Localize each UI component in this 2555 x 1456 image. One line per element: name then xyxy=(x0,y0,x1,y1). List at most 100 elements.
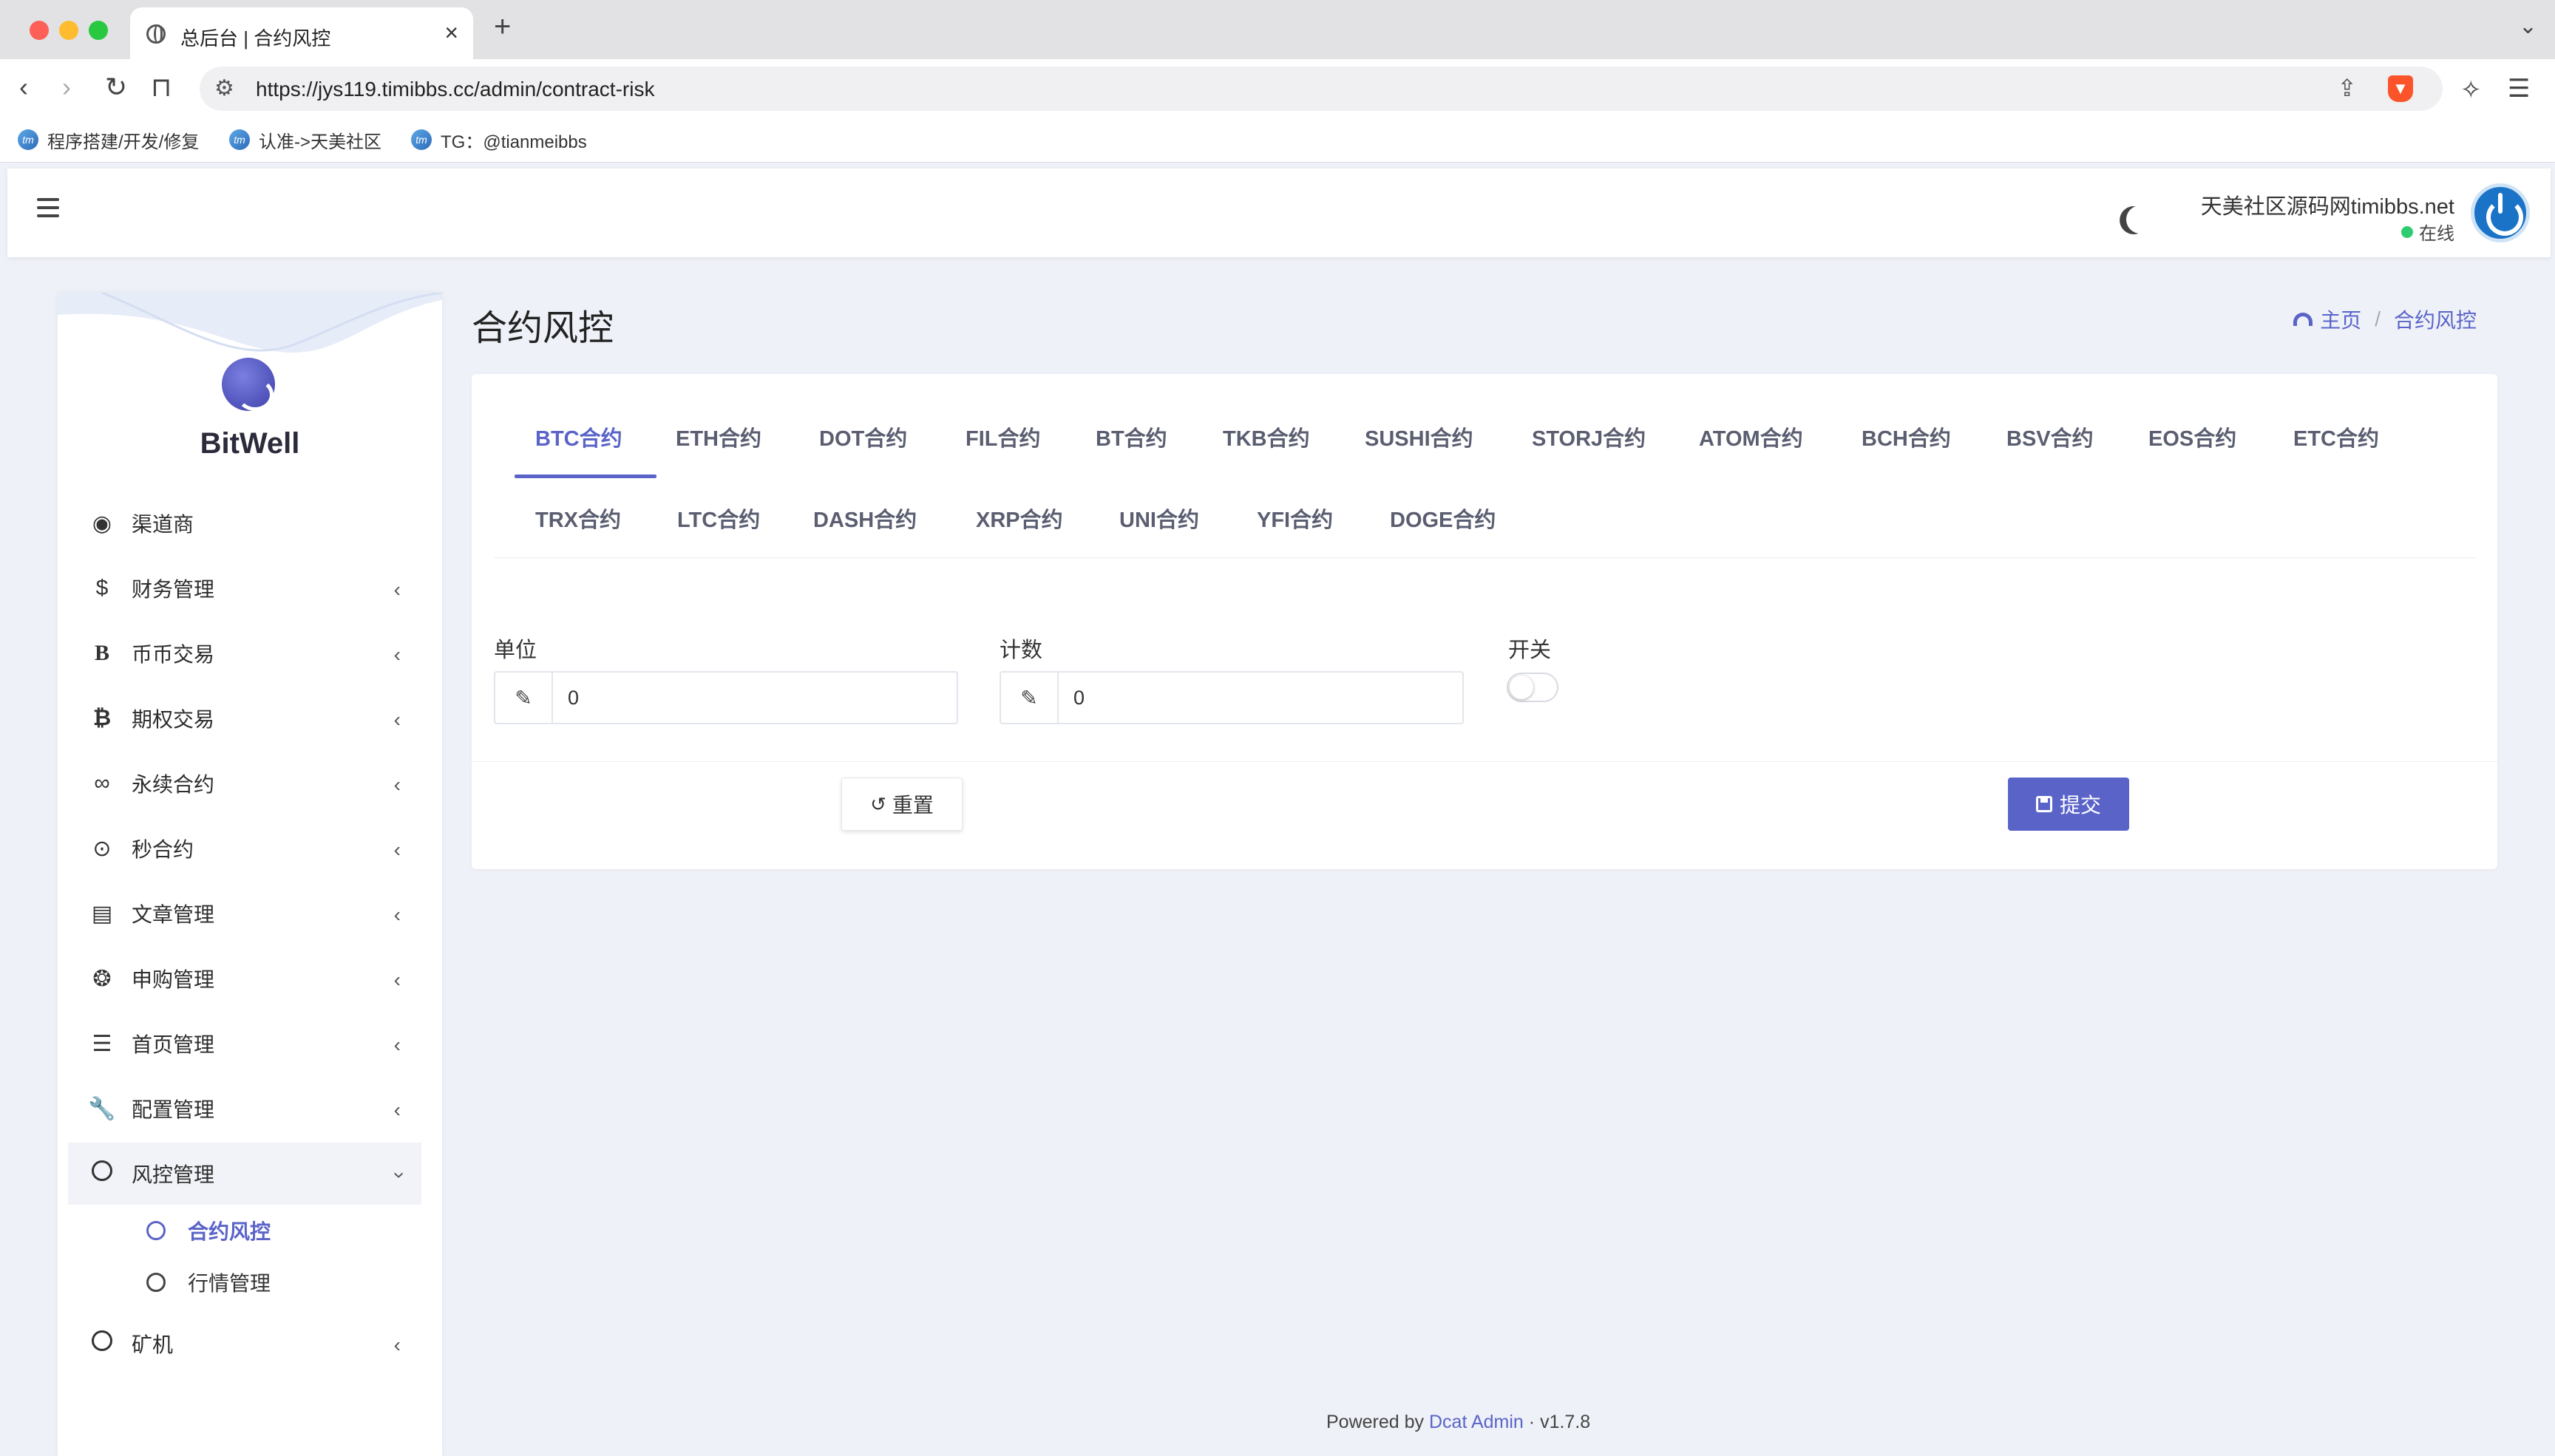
dark-mode-moon-icon[interactable] xyxy=(2123,202,2159,238)
tab-bch[interactable]: BCH合约 xyxy=(1862,421,1951,452)
tab-dot[interactable]: DOT合约 xyxy=(819,421,907,452)
unit-input[interactable] xyxy=(553,673,957,723)
count-input[interactable] xyxy=(1059,673,1462,723)
sidebar-item-subscription[interactable]: ❂ 申购管理 ‹ xyxy=(68,948,421,1010)
app-header: 天美社区源码网timibbs.net 在线 xyxy=(7,169,2551,257)
share-icon[interactable]: ⇪ xyxy=(2337,74,2357,102)
user-name[interactable]: 天美社区源码网timibbs.net xyxy=(2201,189,2454,220)
site-favicon-icon: tm xyxy=(229,129,250,150)
contract-risk-card: BTC合约 ETH合约 DOT合约 FIL合约 BT合约 TKB合约 SUSHI… xyxy=(472,374,2497,869)
browser-tab[interactable]: 总后台 | 合约风控 × xyxy=(130,7,473,59)
circle-icon xyxy=(146,1221,166,1240)
dot-circle-icon: ⊙ xyxy=(92,836,112,861)
maximize-window-button[interactable] xyxy=(89,21,108,40)
chevron-left-icon: ‹ xyxy=(393,578,401,601)
bookmark-item[interactable]: tm 程序搭建/开发/修复 xyxy=(18,127,199,152)
site-favicon-icon: tm xyxy=(411,129,432,150)
count-label: 计数 xyxy=(1000,639,1043,662)
sidebar-subitem-contract-risk[interactable]: 合约风控 xyxy=(68,1205,421,1256)
menu-toggle-icon[interactable] xyxy=(37,198,59,219)
tab-bsv[interactable]: BSV合约 xyxy=(2006,421,2094,452)
form-divider xyxy=(472,761,2497,762)
bookmark-item[interactable]: tm TG：@tianmeibbs xyxy=(411,127,587,152)
submit-label: 提交 xyxy=(2059,794,2101,817)
browser-menu-icon[interactable]: ☰ xyxy=(2508,74,2530,103)
tab-dash[interactable]: DASH合约 xyxy=(813,503,917,534)
breadcrumb-current[interactable]: 合约风控 xyxy=(2394,305,2477,334)
tab-trx[interactable]: TRX合约 xyxy=(535,503,621,534)
close-window-button[interactable] xyxy=(30,21,49,40)
tab-etc[interactable]: ETC合约 xyxy=(2293,421,2379,452)
sidebar-item-label: 申购管理 xyxy=(132,968,215,991)
sidebar-item-risk-control[interactable]: 风控管理 ‹ xyxy=(68,1143,421,1205)
sidebar-item-channel[interactable]: ◉ 渠道商 xyxy=(68,492,421,554)
undo-icon: ↺ xyxy=(870,792,886,815)
tab-doge[interactable]: DOGE合约 xyxy=(1390,503,1496,534)
bookmark-icon[interactable]: ⊓ xyxy=(151,69,172,105)
brave-shield-icon[interactable]: ▼ xyxy=(2388,75,2413,102)
sidebar-item-label: 币币交易 xyxy=(132,643,215,666)
lifebuoy-icon: ❂ xyxy=(92,966,112,991)
sidebar-item-options[interactable]: ₿ 期权交易 ‹ xyxy=(68,687,421,749)
sidebar-item-homepage[interactable]: ☰ 首页管理 ‹ xyxy=(68,1013,421,1075)
sidebar-item-spot-trading[interactable]: B 币币交易 ‹ xyxy=(68,622,421,684)
tab-eos[interactable]: EOS合约 xyxy=(2148,421,2236,452)
address-bar[interactable]: ⚙ https://jys119.timibbs.cc/admin/contra… xyxy=(200,67,2443,111)
toggle-switch[interactable] xyxy=(1507,673,1558,702)
tab-tkb[interactable]: TKB合约 xyxy=(1223,421,1310,452)
tab-sushi[interactable]: SUSHI合约 xyxy=(1365,421,1473,452)
tab-uni[interactable]: UNI合约 xyxy=(1119,503,1199,534)
tab-list-chevron-icon[interactable]: ⌄ xyxy=(2519,13,2537,39)
tab-xrp[interactable]: XRP合约 xyxy=(976,503,1063,534)
sidebar-item-mining[interactable]: 矿机 ‹ xyxy=(68,1313,421,1375)
bookmark-label: TG：@tianmeibbs xyxy=(441,132,587,152)
reset-button[interactable]: ↺ 重置 xyxy=(841,778,963,831)
breadcrumb-home[interactable]: 主页 xyxy=(2320,305,2361,334)
url-text[interactable]: https://jys119.timibbs.cc/admin/contract… xyxy=(256,78,654,101)
sidebar-item-label: 配置管理 xyxy=(132,1098,215,1121)
sidebar-item-second-contract[interactable]: ⊙ 秒合约 ‹ xyxy=(68,817,421,880)
bookmark-item[interactable]: tm 认准->天美社区 xyxy=(229,127,381,152)
browser-toolbar: ‹ › ↻ ⊓ ⚙ https://jys119.timibbs.cc/admi… xyxy=(0,59,2555,117)
sidebar: BitWell ◉ 渠道商 $ 财务管理 ‹ B 币币交易 ‹ ₿ 期权交易 ‹… xyxy=(58,293,442,1456)
back-icon[interactable]: ‹ xyxy=(19,69,28,105)
new-tab-icon[interactable]: + xyxy=(494,10,511,44)
forward-icon[interactable]: › xyxy=(62,69,71,105)
footer-prefix: Powered by xyxy=(1326,1412,1425,1432)
tab-eth[interactable]: ETH合约 xyxy=(676,421,761,452)
logo-text: BitWell xyxy=(200,427,300,460)
tab-btc[interactable]: BTC合约 xyxy=(535,421,622,452)
bitcoin-icon: ₿ xyxy=(92,706,112,730)
tab-fil[interactable]: FIL合约 xyxy=(966,421,1041,452)
submit-button[interactable]: 提交 xyxy=(2008,778,2129,831)
sidebar-item-config[interactable]: 🔧 配置管理 ‹ xyxy=(68,1078,421,1140)
sidebar-subitem-market[interactable]: 行情管理 xyxy=(68,1256,421,1308)
tab-ltc[interactable]: LTC合约 xyxy=(677,503,760,534)
dashboard-icon xyxy=(2293,313,2313,326)
sidebar-item-label: 期权交易 xyxy=(132,708,215,731)
chevron-left-icon: ‹ xyxy=(393,903,401,926)
leo-ai-icon[interactable]: ✧ xyxy=(2460,75,2482,105)
globe-icon xyxy=(146,24,166,44)
page-title: 合约风控 xyxy=(472,309,614,348)
minimize-window-button[interactable] xyxy=(59,21,78,40)
bookmarks-bar: tm 程序搭建/开发/修复 tm 认准->天美社区 tm TG：@tianmei… xyxy=(0,117,2555,163)
sidebar-item-articles[interactable]: ▤ 文章管理 ‹ xyxy=(68,882,421,945)
tab-yfi[interactable]: YFI合约 xyxy=(1257,503,1333,534)
circle-icon xyxy=(146,1273,166,1292)
footer-version: v1.7.8 xyxy=(1540,1412,1591,1432)
sidebar-decoration xyxy=(58,293,442,353)
sidebar-item-label: 渠道商 xyxy=(132,513,194,536)
chevron-left-icon: ‹ xyxy=(393,838,401,861)
sidebar-item-finance[interactable]: $ 财务管理 ‹ xyxy=(68,557,421,619)
tab-atom[interactable]: ATOM合约 xyxy=(1699,421,1803,452)
tab-bt[interactable]: BT合约 xyxy=(1096,421,1167,452)
reload-icon[interactable]: ↻ xyxy=(105,69,127,105)
avatar[interactable] xyxy=(2471,183,2530,242)
sidebar-item-perpetual[interactable]: ∞ 永续合约 ‹ xyxy=(68,752,421,814)
tab-storj[interactable]: STORJ合约 xyxy=(1532,421,1646,452)
chevron-down-icon: ‹ xyxy=(385,1171,409,1179)
site-settings-icon[interactable]: ⚙ xyxy=(214,75,234,101)
footer-link[interactable]: Dcat Admin xyxy=(1429,1412,1524,1432)
tab-close-icon[interactable]: × xyxy=(444,19,458,47)
